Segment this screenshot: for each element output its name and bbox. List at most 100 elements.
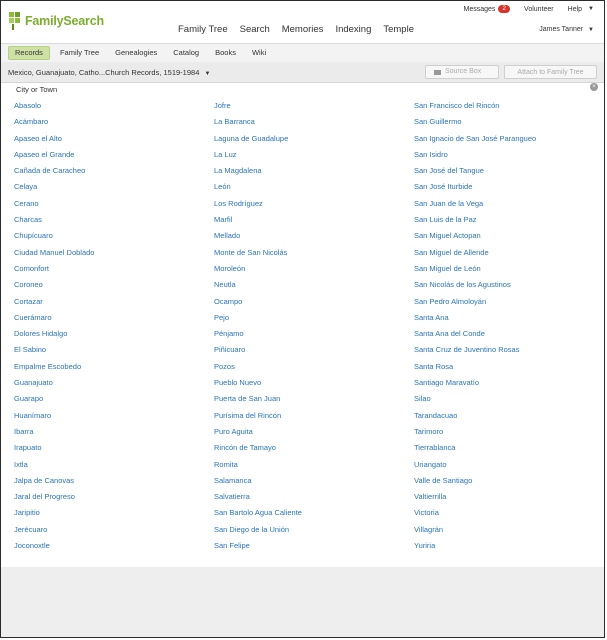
city-link[interactable]: San Juan de la Vega — [414, 198, 604, 214]
subnav-records[interactable]: Records — [8, 46, 50, 60]
city-link[interactable]: Jalpa de Canovas — [14, 475, 204, 491]
city-link[interactable]: Apaseo el Alto — [14, 133, 204, 149]
city-link[interactable]: Pozos — [214, 361, 404, 377]
subnav-books[interactable]: Books — [209, 46, 242, 60]
city-link[interactable]: Celaya — [14, 181, 204, 197]
city-link[interactable]: San José Iturbide — [414, 181, 604, 197]
subnav-wiki[interactable]: Wiki — [246, 46, 272, 60]
city-link[interactable]: Ixtla — [14, 459, 204, 475]
user-menu[interactable]: James Tanner ▼ — [539, 26, 594, 33]
city-link[interactable]: Pénjamo — [214, 328, 404, 344]
city-link[interactable]: Salvatierra — [214, 491, 404, 507]
city-link[interactable]: San Miguel de León — [414, 263, 604, 279]
city-link[interactable]: Cortazar — [14, 296, 204, 312]
city-link[interactable]: Abasolo — [14, 100, 204, 116]
main-nav-search[interactable]: Search — [240, 24, 270, 35]
city-link[interactable]: Laguna de Guadalupe — [214, 133, 404, 149]
city-link[interactable]: Mellado — [214, 230, 404, 246]
city-link[interactable]: San Felipe — [214, 540, 404, 556]
city-link[interactable]: Joconoxtle — [14, 540, 204, 556]
city-link[interactable]: Piñicuaro — [214, 344, 404, 360]
city-link[interactable]: San Nicolás de los Agustinos — [414, 279, 604, 295]
city-link[interactable]: Valle de Santiago — [414, 475, 604, 491]
city-link[interactable]: Yuriria — [414, 540, 604, 556]
messages-link[interactable]: Messages 2 — [464, 5, 511, 13]
city-link[interactable]: Cuerámaro — [14, 312, 204, 328]
close-icon[interactable]: × — [590, 83, 598, 91]
subnav-genealogies[interactable]: Genealogies — [109, 46, 163, 60]
city-link[interactable]: Pejo — [214, 312, 404, 328]
city-link[interactable]: Tarandacuao — [414, 410, 604, 426]
city-link[interactable]: San Bartolo Agua Caliente — [214, 507, 404, 523]
city-link[interactable]: Cañada de Caracheo — [14, 165, 204, 181]
city-link[interactable]: Neutla — [214, 279, 404, 295]
city-link[interactable]: Coroneo — [14, 279, 204, 295]
city-link[interactable]: Puro Aguita — [214, 426, 404, 442]
city-link[interactable]: Santa Cruz de Juventino Rosas — [414, 344, 604, 360]
city-link[interactable]: Ibarra — [14, 426, 204, 442]
collection-selector[interactable]: Mexico, Guanajuato, Catho...Church Recor… — [8, 68, 210, 77]
city-link[interactable]: Monte de San Nicolás — [214, 247, 404, 263]
attach-to-tree-button[interactable]: Attach to Family Tree — [504, 65, 597, 79]
city-link[interactable]: San Luis de la Paz — [414, 214, 604, 230]
city-link[interactable]: Moroleón — [214, 263, 404, 279]
city-link[interactable]: León — [214, 181, 404, 197]
city-link[interactable]: Tarimoro — [414, 426, 604, 442]
city-link[interactable]: Guarapo — [14, 393, 204, 409]
city-link[interactable]: Villagrán — [414, 524, 604, 540]
subnav-family-tree[interactable]: Family Tree — [54, 46, 105, 60]
city-link[interactable]: Santa Ana — [414, 312, 604, 328]
city-link[interactable]: Irapuato — [14, 442, 204, 458]
city-link[interactable]: Silao — [414, 393, 604, 409]
city-link[interactable]: Dolores Hidalgo — [14, 328, 204, 344]
city-link[interactable]: Jofre — [214, 100, 404, 116]
city-link[interactable]: Marfil — [214, 214, 404, 230]
city-link[interactable]: Santa Rosa — [414, 361, 604, 377]
familysearch-logo[interactable]: FamilySearch — [9, 12, 104, 30]
city-link[interactable]: Jaripitio — [14, 507, 204, 523]
city-link[interactable]: Victoria — [414, 507, 604, 523]
city-link[interactable]: Santa Ana del Conde — [414, 328, 604, 344]
city-link[interactable]: San Miguel de Allende — [414, 247, 604, 263]
help-menu[interactable]: Help ▼ — [568, 5, 594, 13]
city-link[interactable]: Empalme Escobedo — [14, 361, 204, 377]
city-link[interactable]: Puerta de San Juan — [214, 393, 404, 409]
source-box-button[interactable]: Source Box — [425, 65, 499, 79]
volunteer-link[interactable]: Volunteer — [524, 5, 554, 13]
city-link[interactable]: La Barranca — [214, 116, 404, 132]
city-link[interactable]: Pueblo Nuevo — [214, 377, 404, 393]
city-link[interactable]: La Luz — [214, 149, 404, 165]
city-link[interactable]: San Pedro Almoloyán — [414, 296, 604, 312]
city-link[interactable]: Jaral del Progreso — [14, 491, 204, 507]
main-nav-indexing[interactable]: Indexing — [335, 24, 371, 35]
city-link[interactable]: San Ignacio de San José Parangueo — [414, 133, 604, 149]
city-link[interactable]: La Magdalena — [214, 165, 404, 181]
city-link[interactable]: Ocampo — [214, 296, 404, 312]
city-link[interactable]: Salamanca — [214, 475, 404, 491]
city-link[interactable]: Rincón de Tamayo — [214, 442, 404, 458]
city-link[interactable]: Huanímaro — [14, 410, 204, 426]
city-link[interactable]: Apaseo el Grande — [14, 149, 204, 165]
city-link[interactable]: Romita — [214, 459, 404, 475]
city-link[interactable]: Jerécuaro — [14, 524, 204, 540]
city-link[interactable]: Chupícuaro — [14, 230, 204, 246]
city-link[interactable]: San Miguel Actopan — [414, 230, 604, 246]
city-link[interactable]: Comonfort — [14, 263, 204, 279]
city-link[interactable]: San Francisco del Rincón — [414, 100, 604, 116]
main-nav-temple[interactable]: Temple — [383, 24, 414, 35]
main-nav-family-tree[interactable]: Family Tree — [178, 24, 228, 35]
city-link[interactable]: Tierrablanca — [414, 442, 604, 458]
city-link[interactable]: San Guillermo — [414, 116, 604, 132]
city-link[interactable]: Guanajuato — [14, 377, 204, 393]
city-link[interactable]: San José del Tangue — [414, 165, 604, 181]
city-link[interactable]: Charcas — [14, 214, 204, 230]
city-link[interactable]: Ciudad Manuel Doblado — [14, 247, 204, 263]
city-link[interactable]: El Sabino — [14, 344, 204, 360]
city-link[interactable]: Cerano — [14, 198, 204, 214]
subnav-catalog[interactable]: Catalog — [167, 46, 205, 60]
city-link[interactable]: Uriangato — [414, 459, 604, 475]
city-link[interactable]: San Diego de la Unión — [214, 524, 404, 540]
city-link[interactable]: San Isidro — [414, 149, 604, 165]
city-link[interactable]: Acámbaro — [14, 116, 204, 132]
city-link[interactable]: Los Rodríguez — [214, 198, 404, 214]
